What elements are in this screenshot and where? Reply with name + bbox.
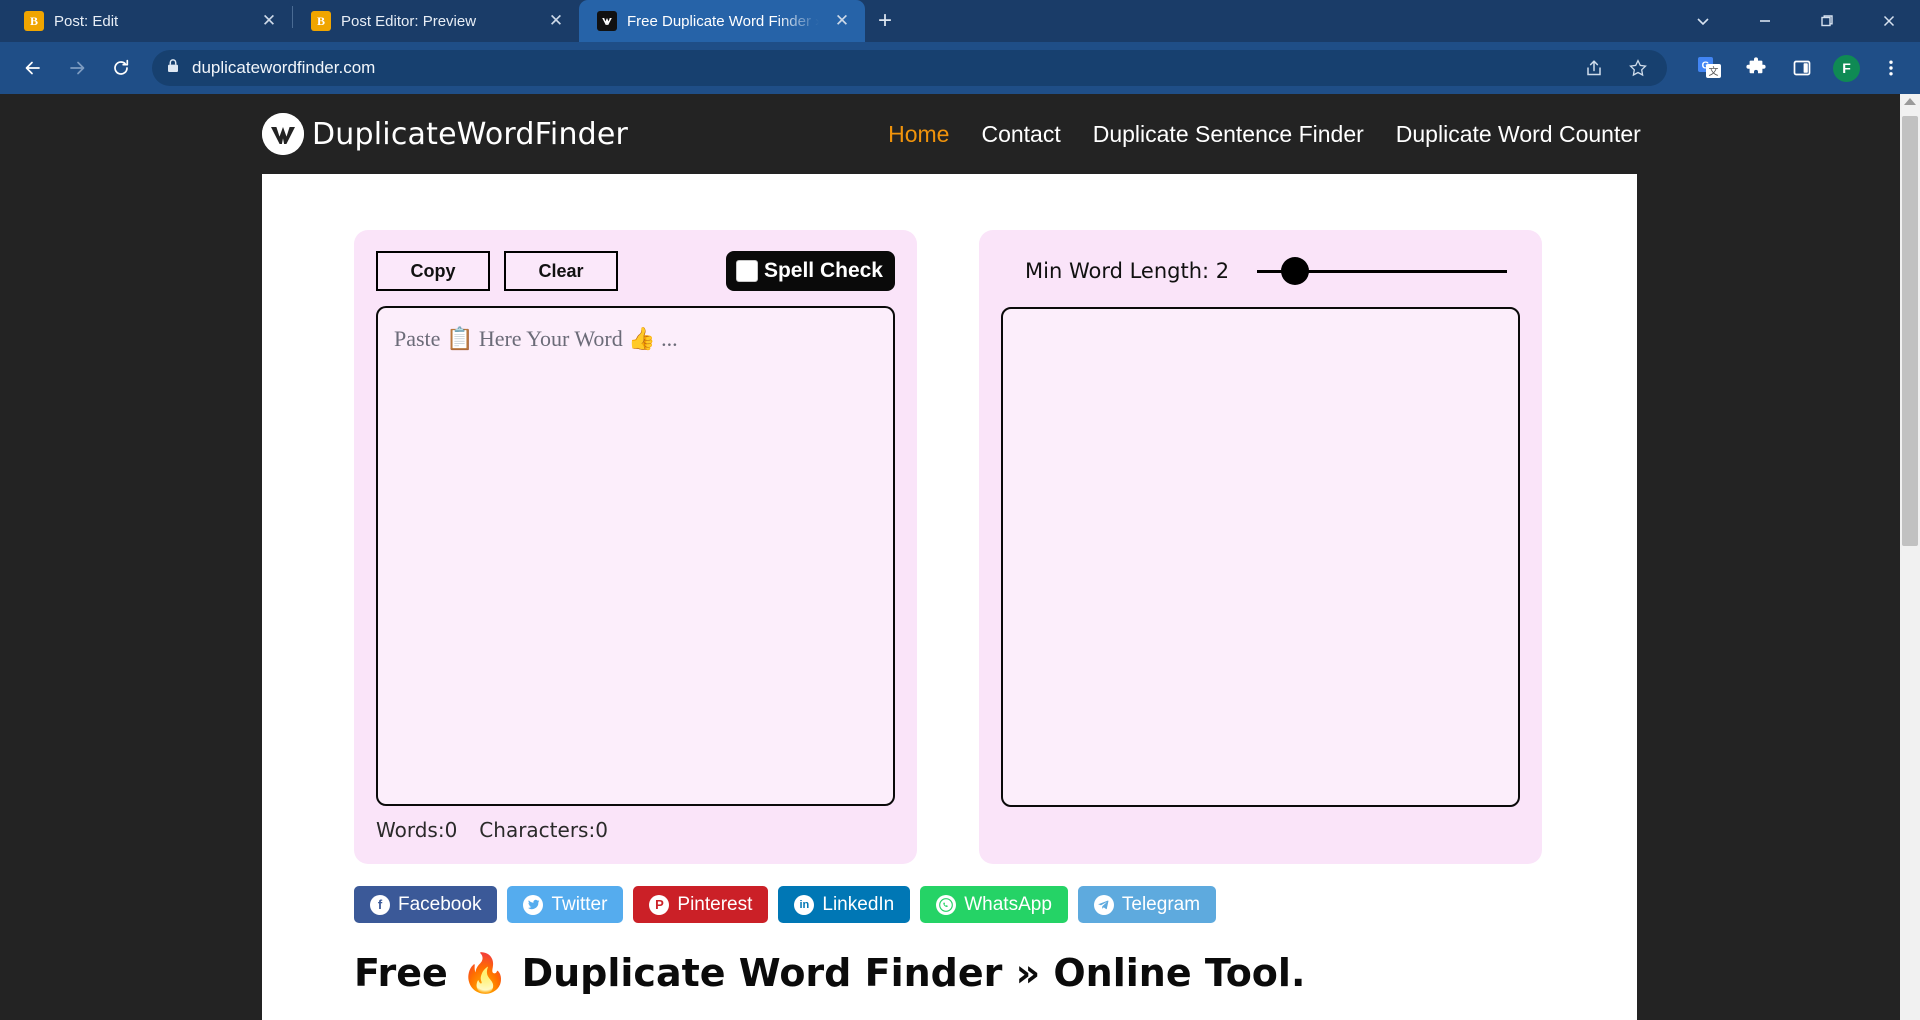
share-pinterest-button[interactable]: P Pinterest	[633, 886, 769, 923]
slider-thumb[interactable]	[1281, 257, 1310, 285]
social-share-row: f Facebook Twitter P Pinterest in Linked…	[262, 864, 1637, 923]
svg-text:文: 文	[1709, 65, 1719, 78]
site-nav: Home Contact Duplicate Sentence Finder D…	[888, 121, 1641, 148]
spell-check-toggle[interactable]: Spell Check	[725, 251, 895, 291]
pinterest-icon: P	[649, 894, 670, 915]
share-linkedin-label: LinkedIn	[822, 893, 895, 915]
site-content: Copy Clear Spell Check Words:0 Character…	[262, 174, 1637, 1020]
address-bar[interactable]: duplicatewordfinder.com	[152, 50, 1667, 86]
browser-window: B Post: Edit ✕ B Post Editor: Preview ✕ …	[0, 0, 1920, 1020]
browser-tab-title: Free Duplicate Word Finder » On	[627, 12, 819, 30]
tool-panels: Copy Clear Spell Check Words:0 Character…	[262, 174, 1637, 864]
profile-avatar[interactable]: F	[1833, 54, 1860, 82]
bloglovin-icon: B	[24, 11, 44, 31]
site-header: DuplicateWordFinder Home Contact Duplica…	[0, 94, 1900, 174]
character-count: Characters:0	[479, 818, 608, 842]
three-dot-menu-icon[interactable]	[1876, 53, 1906, 83]
share-twitter-label: Twitter	[551, 893, 608, 915]
nav-item-contact[interactable]: Contact	[981, 121, 1060, 148]
input-panel: Copy Clear Spell Check Words:0 Character…	[354, 230, 917, 864]
share-facebook-label: Facebook	[398, 893, 482, 915]
share-telegram-label: Telegram	[1121, 893, 1201, 915]
duplicatewordfinder-icon	[597, 11, 617, 31]
spell-check-label: Spell Check	[763, 259, 883, 282]
facebook-icon: f	[370, 894, 390, 915]
scrollbar-thumb[interactable]	[1902, 116, 1918, 546]
whatsapp-icon	[936, 894, 957, 915]
share-facebook-button[interactable]: f Facebook	[354, 886, 498, 923]
min-word-length-label: Min Word Length: 2	[1025, 259, 1230, 283]
browser-tab-1[interactable]: B Post: Edit ✕	[6, 0, 292, 42]
nav-item-duplicate-sentence-finder[interactable]: Duplicate Sentence Finder	[1093, 121, 1364, 148]
tab-search-icon[interactable]	[1672, 0, 1734, 42]
page-content: DuplicateWordFinder Home Contact Duplica…	[0, 94, 1900, 1020]
spell-check-checkbox[interactable]	[735, 260, 758, 282]
extension-icons: G 文 F	[1695, 53, 1906, 83]
maximize-window-icon[interactable]	[1796, 0, 1858, 42]
share-telegram-button[interactable]: Telegram	[1077, 886, 1217, 923]
tab-strip: B Post: Edit ✕ B Post Editor: Preview ✕ …	[0, 0, 1920, 42]
page-viewport: DuplicateWordFinder Home Contact Duplica…	[0, 94, 1920, 1020]
page-scrollbar[interactable]	[1900, 94, 1920, 1020]
output-panel: Min Word Length: 2	[979, 230, 1542, 864]
share-whatsapp-button[interactable]: WhatsApp	[920, 886, 1068, 923]
side-panel-icon[interactable]	[1787, 53, 1817, 83]
input-toolbar: Copy Clear Spell Check	[376, 250, 895, 292]
counter-row: Words:0 Characters:0	[376, 818, 895, 842]
close-tab-icon[interactable]: ✕	[829, 8, 855, 34]
new-tab-button[interactable]: +	[865, 4, 905, 38]
site-brand[interactable]: DuplicateWordFinder	[262, 113, 628, 155]
browser-tab-3[interactable]: Free Duplicate Word Finder » On ✕	[579, 0, 865, 42]
linkedin-icon: in	[794, 894, 815, 915]
forward-button[interactable]	[58, 49, 96, 87]
result-output-box[interactable]	[1001, 307, 1520, 807]
min-word-length-slider[interactable]	[1257, 257, 1508, 285]
close-tab-icon[interactable]: ✕	[543, 8, 569, 34]
telegram-icon	[1093, 894, 1114, 915]
browser-tab-2[interactable]: B Post Editor: Preview ✕	[293, 0, 579, 42]
share-linkedin-button[interactable]: in LinkedIn	[778, 886, 911, 923]
bloglovin-icon: B	[311, 11, 331, 31]
close-tab-icon[interactable]: ✕	[256, 8, 282, 34]
close-window-icon[interactable]	[1858, 0, 1920, 42]
minimize-window-icon[interactable]	[1734, 0, 1796, 42]
address-bar-url: duplicatewordfinder.com	[192, 58, 376, 77]
word-input-textarea[interactable]	[376, 306, 895, 806]
extensions-puzzle-icon[interactable]	[1741, 53, 1771, 83]
browser-tab-title: Post: Edit	[54, 12, 119, 30]
copy-button[interactable]: Copy	[376, 251, 490, 291]
share-pinterest-label: Pinterest	[677, 893, 753, 915]
reload-button[interactable]	[102, 49, 140, 87]
window-controls	[1672, 0, 1920, 42]
browser-tab-title: Post Editor: Preview	[341, 12, 477, 30]
clear-button[interactable]: Clear	[504, 251, 618, 291]
google-translate-icon[interactable]: G 文	[1695, 53, 1725, 83]
back-button[interactable]	[14, 49, 52, 87]
twitter-icon	[523, 894, 544, 915]
browser-toolbar: duplicatewordfinder.com G 文 F	[0, 42, 1920, 94]
nav-item-duplicate-word-counter[interactable]: Duplicate Word Counter	[1396, 121, 1641, 148]
site-brand-name: DuplicateWordFinder	[312, 116, 629, 152]
scroll-up-icon[interactable]	[1904, 98, 1916, 105]
duplicatewordfinder-logo	[262, 113, 304, 155]
share-twitter-button[interactable]: Twitter	[507, 886, 624, 923]
page-title: Free 🔥 Duplicate Word Finder » Online To…	[354, 951, 1306, 995]
share-icon[interactable]	[1579, 53, 1609, 83]
lock-icon	[166, 58, 180, 79]
share-whatsapp-label: WhatsApp	[964, 893, 1052, 915]
word-count: Words:0	[376, 818, 458, 842]
nav-item-home[interactable]: Home	[888, 121, 949, 148]
min-word-length-row: Min Word Length: 2	[1001, 250, 1520, 292]
star-icon[interactable]	[1623, 53, 1653, 83]
